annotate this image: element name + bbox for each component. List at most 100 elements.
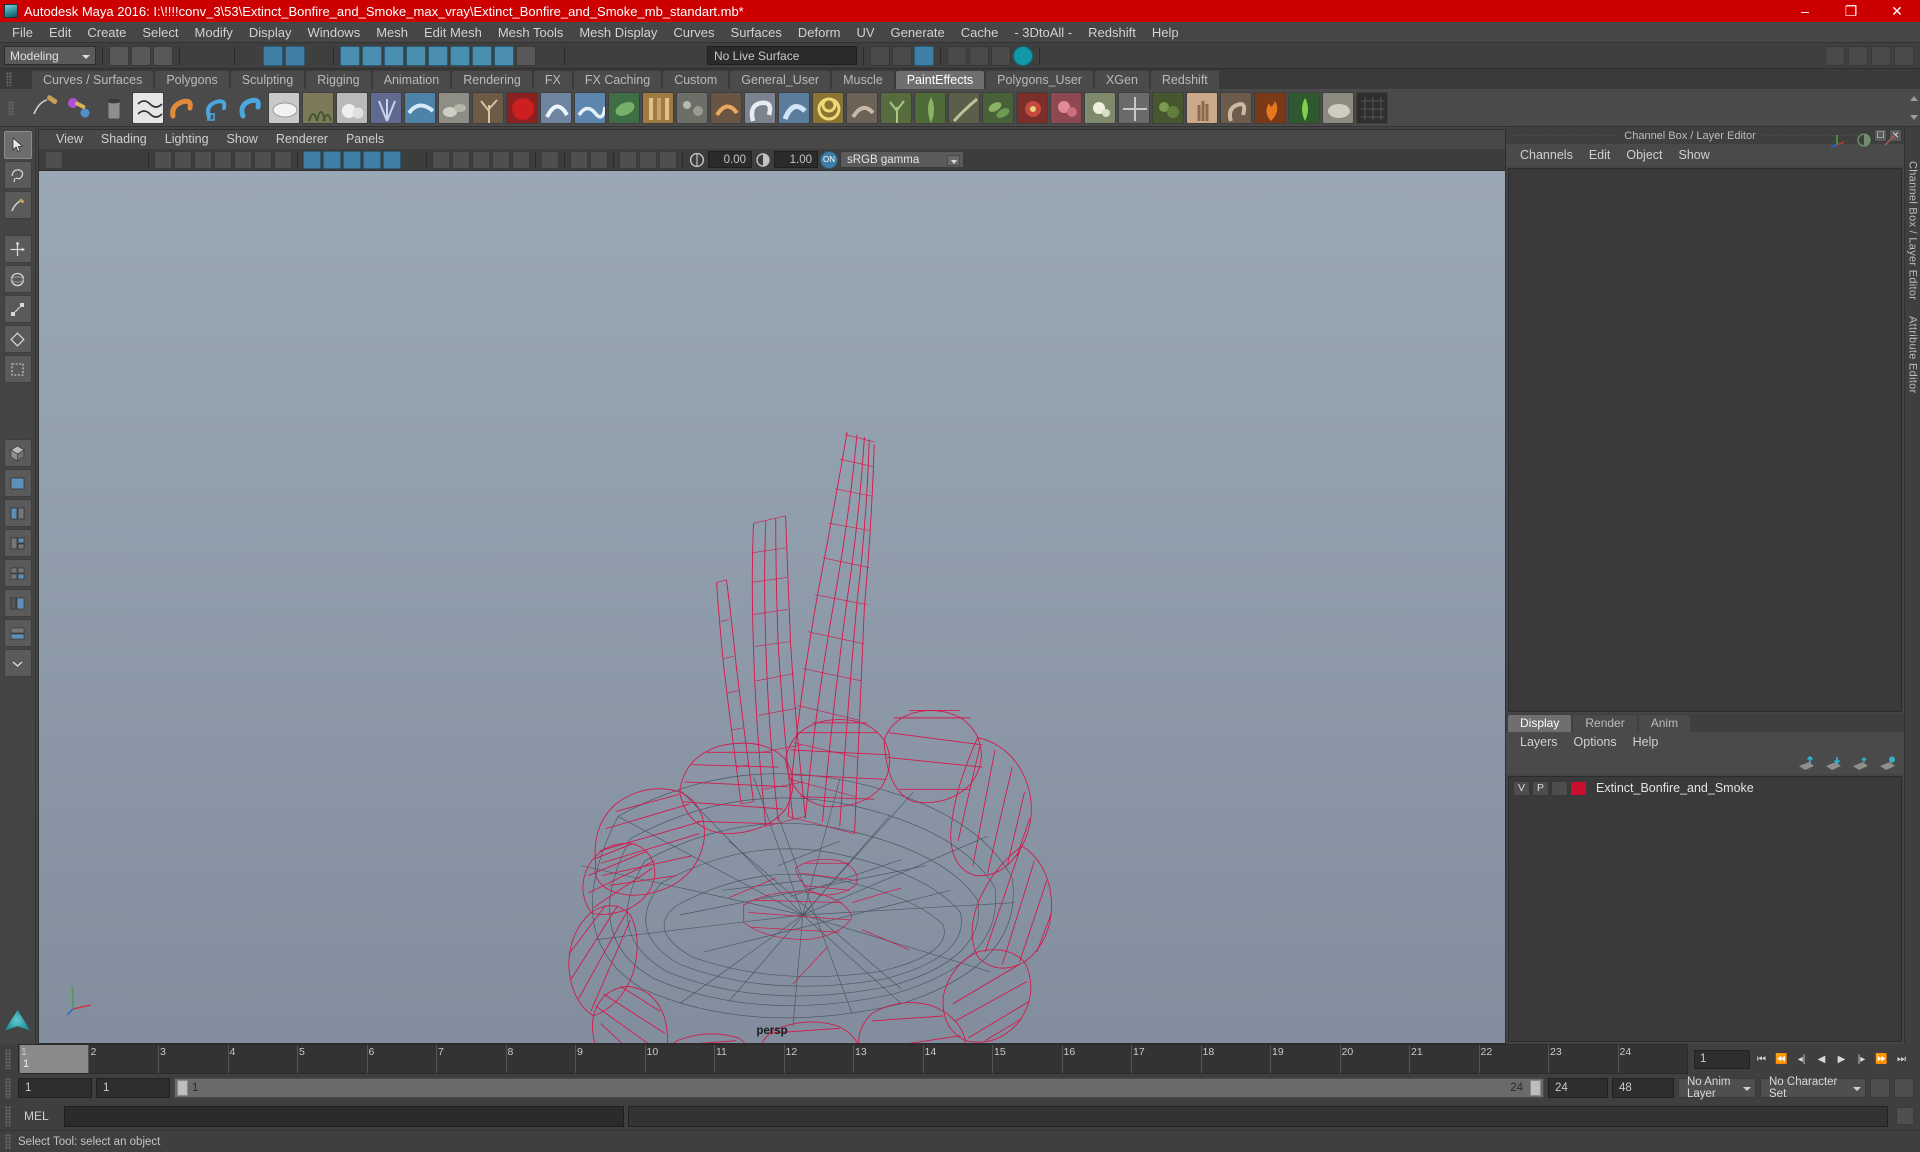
- use-all-lights-icon[interactable]: [452, 150, 470, 169]
- brush-preset-green-leaf-icon[interactable]: [608, 91, 640, 124]
- smooth-shade-selected-icon[interactable]: [343, 150, 361, 169]
- maximize-button[interactable]: ❐: [1828, 0, 1874, 22]
- brush-preset-feathers-icon[interactable]: [370, 91, 402, 124]
- soft-selection-icon[interactable]: [3, 355, 32, 383]
- layer-visibility-toggle[interactable]: V: [1513, 780, 1530, 796]
- menu-file[interactable]: File: [4, 22, 41, 43]
- brush-preset-grass-icon[interactable]: [302, 91, 334, 124]
- time-slider-grip-icon[interactable]: [5, 1049, 11, 1069]
- menu-edit[interactable]: Edit: [41, 22, 79, 43]
- exposure-icon[interactable]: [688, 151, 706, 169]
- layout-hypershade-icon[interactable]: [3, 619, 32, 647]
- brush-preset-yellow-spiral-icon[interactable]: [812, 91, 844, 124]
- scale-tool-icon[interactable]: [3, 295, 32, 323]
- layer-type-toggle[interactable]: [1551, 780, 1568, 796]
- brush-preset-dark-swirl-icon[interactable]: [846, 91, 878, 124]
- grid-toggle-icon[interactable]: [174, 150, 192, 169]
- gamma-field[interactable]: 1.00: [774, 151, 818, 168]
- shelf-tab-rendering[interactable]: Rendering: [452, 71, 532, 89]
- camera-attributes-icon[interactable]: [85, 151, 103, 169]
- menu-edit-mesh[interactable]: Edit Mesh: [416, 22, 490, 43]
- playback-end-field[interactable]: 24: [1548, 1078, 1608, 1098]
- brush-preset-clouds-icon[interactable]: [336, 91, 368, 124]
- ambient-occlusion-icon[interactable]: [492, 150, 510, 169]
- menu-display[interactable]: Display: [241, 22, 300, 43]
- menuset-selector[interactable]: Modeling: [4, 46, 96, 65]
- smooth-shade-all-icon[interactable]: [323, 150, 341, 169]
- shelf-tab-xgen[interactable]: XGen: [1094, 71, 1149, 89]
- command-line-grip-icon[interactable]: [5, 1106, 11, 1126]
- image-plane-icon[interactable]: [125, 151, 143, 169]
- brush-preset-blue-wave-icon[interactable]: [574, 91, 606, 124]
- mask-surfaces-icon[interactable]: [406, 45, 426, 66]
- brush-preset-stripes-icon[interactable]: [642, 91, 674, 124]
- menu-curves[interactable]: Curves: [665, 22, 722, 43]
- brush-preset-red-ball-icon[interactable]: [506, 91, 538, 124]
- step-forward-key-icon[interactable]: ⏩: [1873, 1051, 1890, 1068]
- menu-create[interactable]: Create: [79, 22, 134, 43]
- shelf-icons-grip-icon[interactable]: [8, 101, 14, 115]
- layout-more-icon[interactable]: [3, 649, 32, 677]
- paint-selection-tool-icon[interactable]: [3, 191, 32, 219]
- xray-joints-icon[interactable]: [403, 151, 421, 169]
- panel-menu-shading[interactable]: Shading: [92, 130, 156, 149]
- select-tool-icon[interactable]: [3, 131, 32, 159]
- substitute-geometry-icon[interactable]: [570, 150, 588, 169]
- menu-surfaces[interactable]: Surfaces: [723, 22, 790, 43]
- panel-menu-show[interactable]: Show: [218, 130, 267, 149]
- open-attribute-editor-icon[interactable]: [914, 45, 934, 66]
- xray-icon[interactable]: [383, 150, 401, 169]
- highlight-selection-icon[interactable]: [538, 46, 558, 66]
- undo-icon[interactable]: [186, 46, 206, 66]
- gamma-icon[interactable]: [754, 151, 772, 169]
- snap-to-grid-icon[interactable]: [571, 46, 591, 66]
- panel-menu-panels[interactable]: Panels: [337, 130, 393, 149]
- paint-can-icon[interactable]: [98, 91, 130, 124]
- safe-action-icon[interactable]: [274, 150, 292, 169]
- brush-preset-white-swirl-icon[interactable]: [540, 91, 572, 124]
- shelf-tab-redshift[interactable]: Redshift: [1150, 71, 1219, 89]
- menu-help[interactable]: Help: [1144, 22, 1187, 43]
- brush-preset-grid-icon[interactable]: [1118, 91, 1150, 124]
- motion-blur-icon[interactable]: [512, 150, 530, 169]
- menu-redshift[interactable]: Redshift: [1080, 22, 1144, 43]
- go-to-start-icon[interactable]: ⏮: [1753, 1051, 1770, 1068]
- gate-mask-icon[interactable]: [234, 150, 252, 169]
- move-layer-down-icon[interactable]: [1825, 756, 1842, 771]
- brush-preset-blue-tube-icon[interactable]: [778, 91, 810, 124]
- layer-menu-options[interactable]: Options: [1566, 732, 1625, 752]
- shelf-tab-curves-surfaces[interactable]: Curves / Surfaces: [32, 71, 154, 89]
- paint-effects-tool-icon[interactable]: [64, 91, 96, 124]
- brush-preset-orange-swirl-icon[interactable]: [710, 91, 742, 124]
- range-start-handle[interactable]: [177, 1080, 188, 1096]
- mask-joints-icon[interactable]: [362, 45, 382, 66]
- channelbox-menu-edit[interactable]: Edit: [1581, 144, 1619, 166]
- select-camera-icon[interactable]: [45, 150, 63, 169]
- select-by-component-type-icon[interactable]: [285, 45, 305, 66]
- brush-preset-flower-red-icon[interactable]: [1016, 91, 1048, 124]
- script-editor-icon[interactable]: [1896, 1107, 1914, 1125]
- bounding-box-display-icon[interactable]: [590, 150, 608, 169]
- brush-preset-flower-pink-icon[interactable]: [1050, 91, 1082, 124]
- chevron-down-icon[interactable]: [947, 155, 960, 166]
- brush-preset-leafy-icon[interactable]: [982, 91, 1014, 124]
- screenspace-aa-icon[interactable]: [659, 150, 677, 169]
- shelf-tab-polygons[interactable]: Polygons: [155, 71, 229, 89]
- time-slider-track[interactable]: 1 1 2 3 4 5 6 7 8 9 10 11 12 13 14 15 16 17 18 19 20 21 22 23 2…: [18, 1044, 1688, 1074]
- render-current-frame-icon[interactable]: [947, 45, 967, 66]
- show-channel-box-icon[interactable]: [1848, 45, 1868, 66]
- brush-preset-hand-icon[interactable]: [1186, 91, 1218, 124]
- brush-preset-tentacle-icon[interactable]: [744, 91, 776, 124]
- shelf-scroll-up-icon[interactable]: [1910, 96, 1918, 101]
- menu-generate[interactable]: Generate: [883, 22, 953, 43]
- layer-menu-layers[interactable]: Layers: [1512, 732, 1566, 752]
- shelf-tab-fx-caching[interactable]: FX Caching: [573, 71, 662, 89]
- play-forwards-icon[interactable]: ▶: [1833, 1051, 1850, 1068]
- layer-playback-toggle[interactable]: P: [1532, 780, 1549, 796]
- snap-to-curve-icon[interactable]: [593, 46, 613, 66]
- bookmark-icon[interactable]: [105, 151, 123, 169]
- universal-manipulator-icon[interactable]: [3, 325, 32, 353]
- paint-on-object-icon[interactable]: [166, 91, 198, 124]
- brush-preset-roots-icon[interactable]: [472, 91, 504, 124]
- mask-rendering-icon[interactable]: [472, 45, 492, 66]
